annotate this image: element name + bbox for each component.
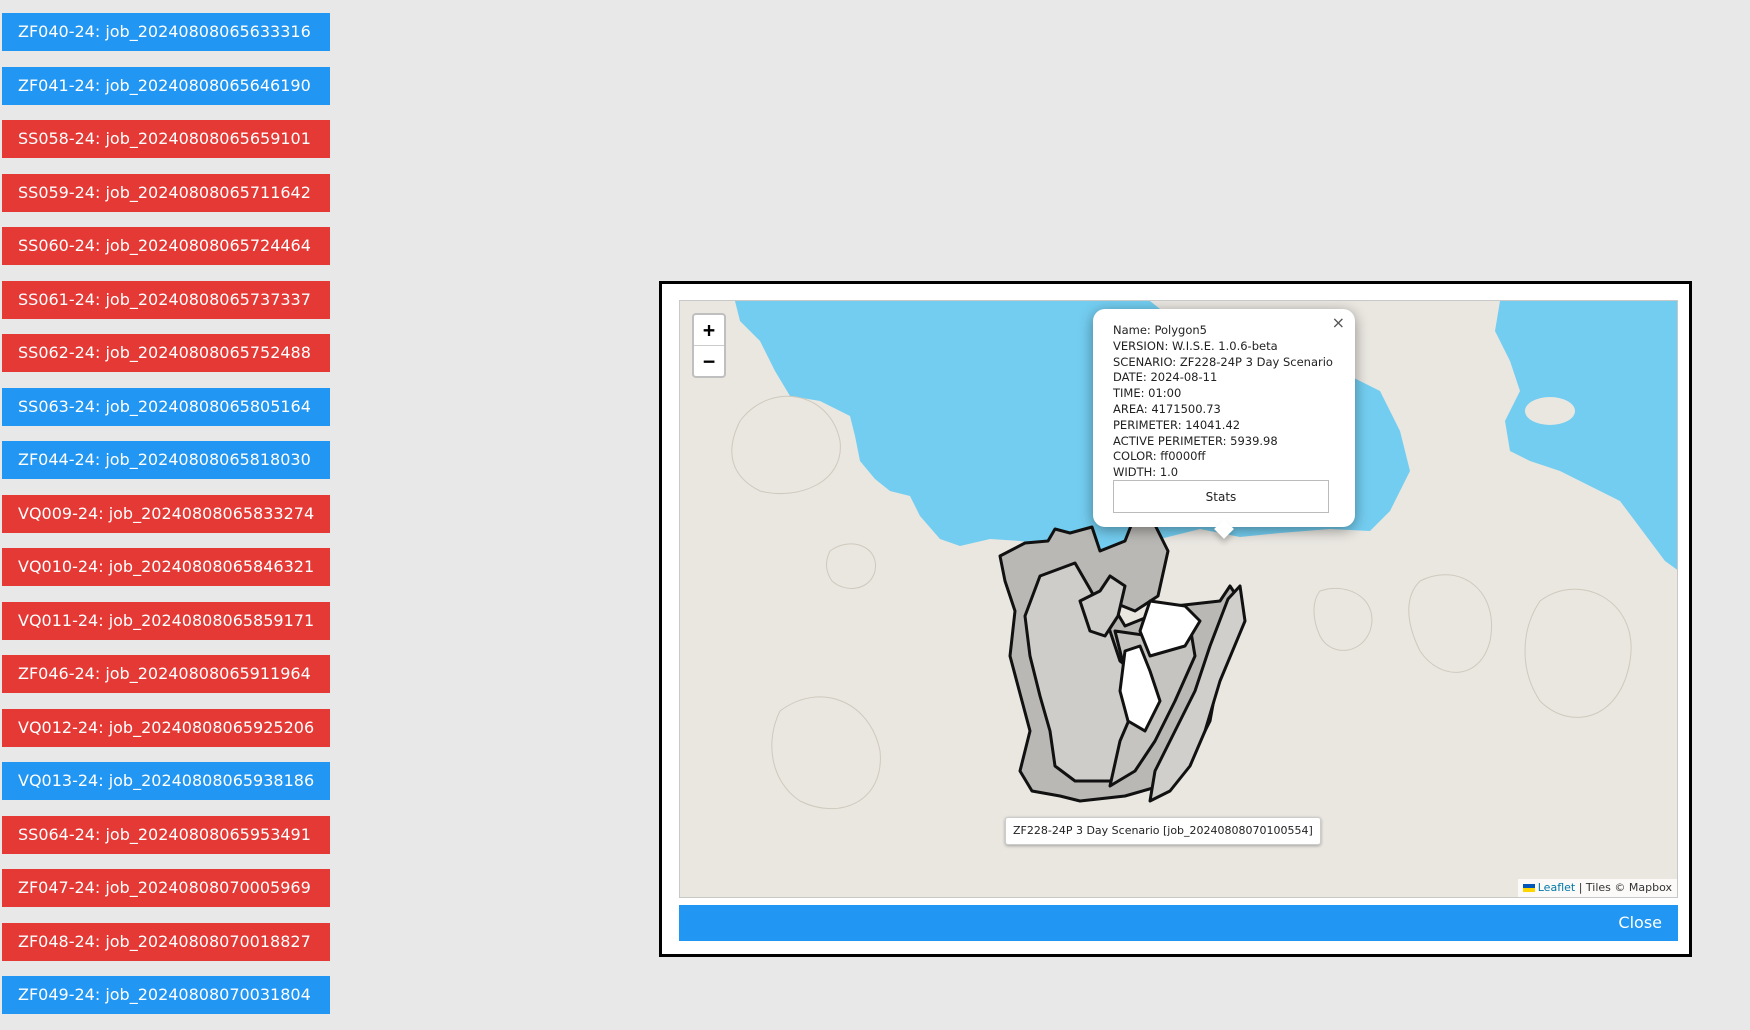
job-button[interactable]: VQ012-24: job_20240808065925206 (2, 708, 331, 747)
feature-popup: × Name: Polygon5 VERSION: W.I.S.E. 1.0.6-… (1093, 309, 1355, 527)
map-modal: + − × Name: Polygon5 VERSION: W.I.S.E. 1.… (659, 281, 1692, 957)
job-button[interactable]: ZF044-24: job_20240808065818030 (2, 441, 331, 479)
zoom-in-button[interactable]: + (694, 315, 724, 345)
job-button[interactable]: SS064-24: job_20240808065953491 (2, 815, 331, 854)
popup-details: Name: Polygon5 VERSION: W.I.S.E. 1.0.6-be… (1113, 323, 1333, 481)
map-attribution: Leaflet | Tiles © Mapbox (1517, 879, 1677, 897)
stats-button[interactable]: Stats (1113, 480, 1329, 513)
job-button[interactable]: ZF047-24: job_20240808070005969 (2, 869, 331, 907)
popup-line: WIDTH: 1.0 (1113, 465, 1179, 480)
job-button[interactable]: SS059-24: job_20240808065711642 (2, 173, 331, 212)
popup-line: SCENARIO: ZF228-24P 3 Day Scenario (1113, 354, 1333, 369)
map-view[interactable]: + − × Name: Polygon5 VERSION: W.I.S.E. 1.… (679, 300, 1678, 898)
job-button[interactable]: SS061-24: job_20240808065737337 (2, 280, 331, 319)
zoom-out-button[interactable]: − (694, 345, 724, 376)
popup-close-icon[interactable]: × (1332, 313, 1345, 332)
popup-line: VERSION: W.I.S.E. 1.0.6-beta (1113, 338, 1278, 353)
popup-line: Name: Polygon5 (1113, 323, 1207, 337)
popup-line: ACTIVE PERIMETER: 5939.98 (1113, 433, 1278, 448)
popup-line: TIME: 01:00 (1113, 386, 1182, 401)
popup-line: AREA: 4171500.73 (1113, 401, 1221, 416)
popup-line: DATE: 2024-08-11 (1113, 370, 1218, 385)
zoom-control: + − (692, 313, 726, 378)
leaflet-link[interactable]: Leaflet (1538, 881, 1575, 894)
popup-line: COLOR: ff0000ff (1113, 449, 1206, 464)
job-button[interactable]: ZF046-24: job_20240808065911964 (2, 655, 331, 693)
job-button[interactable]: ZF041-24: job_20240808065646190 (2, 66, 331, 105)
modal-footer: Close (679, 905, 1678, 941)
job-button[interactable]: ZF049-24: job_20240808070031804 (2, 976, 331, 1014)
job-button[interactable]: VQ009-24: job_20240808065833274 (2, 494, 331, 533)
job-button[interactable]: VQ011-24: job_20240808065859171 (2, 601, 331, 640)
job-button[interactable]: ZF040-24: job_20240808065633316 (2, 13, 331, 51)
job-button[interactable]: ZF048-24: job_20240808070018827 (2, 922, 331, 961)
job-button[interactable]: SS058-24: job_20240808065659101 (2, 120, 331, 158)
scenario-tooltip: ZF228-24P 3 Day Scenario [job_2024080807… (1005, 817, 1321, 845)
ukraine-flag-icon (1522, 884, 1535, 892)
popup-line: PERIMETER: 14041.42 (1113, 417, 1241, 432)
job-button[interactable]: SS062-24: job_20240808065752488 (2, 334, 331, 372)
job-list: ZF040-24: job_20240808065633316 ZF041-24:… (2, 13, 331, 1030)
job-button[interactable]: SS060-24: job_20240808065724464 (2, 227, 331, 265)
job-button[interactable]: SS063-24: job_20240808065805164 (2, 387, 331, 426)
job-button[interactable]: VQ010-24: job_20240808065846321 (2, 548, 331, 586)
job-button[interactable]: VQ013-24: job_20240808065938186 (2, 762, 331, 800)
close-button[interactable]: Close (1618, 905, 1662, 941)
tiles-credit: | Tiles © Mapbox (1575, 881, 1672, 894)
